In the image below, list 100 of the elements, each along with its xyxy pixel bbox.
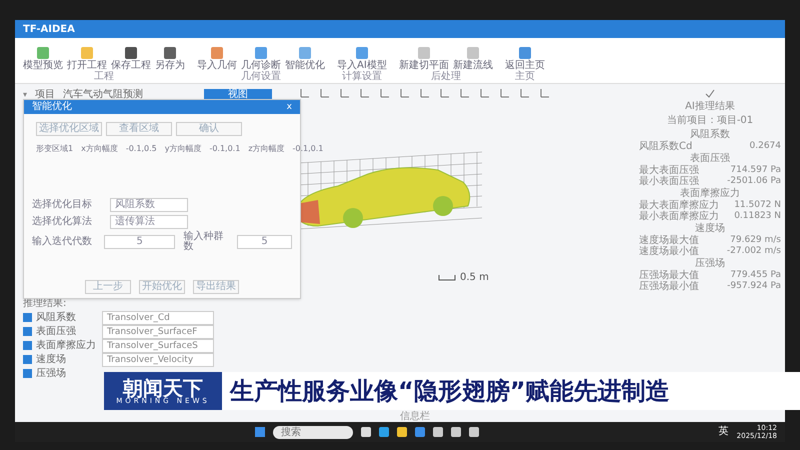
tool-icon (80, 46, 94, 60)
ribbon-tool-button[interactable]: 打开工程 (67, 46, 107, 71)
ribbon-tool-button[interactable]: 导入几何 (197, 46, 237, 71)
search-field[interactable]: 搜索 (272, 426, 353, 438)
view-tool-icon[interactable] (420, 88, 430, 98)
project-label: 当前项目：项目-01 (666, 114, 754, 128)
dropdown[interactable]: 遗传算法 (110, 215, 188, 229)
field-label: 选择优化算法 (32, 217, 93, 227)
tree-item[interactable]: 项目 (35, 90, 56, 100)
dialog-button[interactable]: 上一步 (85, 280, 131, 294)
ribbon-tool-button[interactable]: 新建流线 (452, 46, 493, 71)
ime-indicator[interactable]: 英 (718, 427, 729, 437)
input-field[interactable]: 5 (237, 235, 292, 249)
tool-icon (210, 46, 224, 60)
program-name: 朝闻天下 (123, 378, 203, 398)
metric-value: 11.5072 N (734, 200, 781, 211)
view-tool-icon[interactable] (400, 88, 410, 98)
dialog-button[interactable]: 选择优化区域 (36, 122, 102, 136)
region-text: z方向幅度 (248, 144, 285, 154)
checkbox[interactable] (23, 369, 32, 378)
tool-icon (518, 46, 532, 60)
tool-icon (354, 46, 369, 60)
metric-label: 风阻系数Cd (639, 141, 692, 152)
result-label: 表面压强 (36, 326, 77, 336)
model-select[interactable]: Transolver_SurfaceF (102, 324, 214, 338)
metric-label: 最大表面摩擦应力 (639, 200, 719, 211)
view-tool-icon[interactable] (340, 88, 350, 98)
ribbon-tool-button[interactable]: 另存为 (155, 46, 185, 71)
result-label: 风阻系数 (36, 312, 77, 322)
ribbon-tool-button[interactable]: 几何诊断 (241, 46, 281, 71)
group-label: 工程 (94, 71, 114, 83)
model-select[interactable]: Transolver_Velocity (102, 352, 214, 366)
taskbar-app-icon[interactable] (360, 427, 371, 437)
result-label: 表面摩擦应力 (36, 340, 97, 350)
metric-label: 压强场最小值 (639, 281, 699, 292)
input-field[interactable]: 5 (104, 235, 176, 249)
region-text: y方向幅度 (164, 144, 202, 154)
ribbon-tool-button[interactable]: 返回主页 (504, 46, 545, 71)
dialog-button[interactable]: 开始优化 (139, 280, 185, 294)
field-label: 输入种群数 (183, 232, 224, 252)
tool-icon (298, 46, 312, 60)
metric-value: 779.455 Pa (730, 270, 781, 281)
metric-value: -2501.06 Pa (727, 176, 781, 187)
checkbox[interactable] (23, 327, 32, 336)
tree-toggle[interactable]: ▾ (23, 89, 28, 101)
metric-label: 最小表面压强 (639, 176, 699, 187)
view-tool-icon[interactable] (540, 88, 550, 98)
region-text: x方向幅度 (81, 144, 118, 154)
dialog-button[interactable]: 导出结果 (193, 280, 239, 294)
dropdown[interactable]: 风阻系数 (110, 198, 188, 212)
checkbox[interactable] (23, 313, 32, 322)
dialog-button[interactable]: 确认 (176, 122, 242, 136)
field-label: 选择优化目标 (32, 200, 93, 210)
close-button[interactable]: x (286, 102, 292, 112)
ribbon-tool-button[interactable]: 保存工程 (111, 46, 151, 71)
taskbar-app-icon[interactable] (468, 427, 479, 437)
taskbar-app-icon[interactable] (378, 427, 389, 437)
tool-icon (254, 46, 268, 60)
taskbar-app-icon[interactable] (450, 427, 461, 437)
dialog-button[interactable]: 查看区域 (106, 122, 172, 136)
metric-value: -957.924 Pa (727, 281, 781, 292)
checkbox[interactable] (23, 355, 32, 364)
region-text: 形变区域1 (36, 144, 74, 154)
taskbar-app-icon[interactable] (396, 427, 407, 437)
view-tool-icon[interactable] (300, 88, 310, 98)
group-label: 计算设置 (342, 71, 382, 83)
model-select[interactable]: Transolver_Cd (102, 310, 214, 324)
checkbox[interactable] (23, 341, 32, 350)
group-label: 后处理 (430, 71, 461, 83)
view-tool-icon[interactable] (480, 88, 490, 98)
tool-icon (124, 46, 138, 60)
view-tool-icon[interactable] (320, 88, 330, 98)
start-icon[interactable] (254, 427, 265, 437)
scale-bar-icon (438, 274, 456, 280)
metric-label: 最小表面摩擦应力 (639, 211, 719, 222)
ribbon-tool-button[interactable]: 新建切平面 (398, 46, 449, 71)
view-tool-icon[interactable] (500, 88, 510, 98)
taskbar-app-icon[interactable] (414, 427, 425, 437)
view-tool-icon[interactable] (520, 88, 530, 98)
view-tool-icon[interactable] (460, 88, 470, 98)
ribbon-tool-button[interactable]: 模型预览 (23, 46, 63, 71)
metric-value: 79.629 m/s (730, 235, 781, 246)
region-text: -0.1,0.5 (126, 144, 157, 154)
section-title: 速度场 (695, 222, 725, 235)
model-select[interactable]: Transolver_SurfaceS (102, 338, 214, 352)
status-bar-label: 信息栏 (400, 411, 430, 422)
result-label: 压强场 (36, 368, 67, 378)
view-tool-icon[interactable] (440, 88, 450, 98)
view-tool-icon[interactable] (380, 88, 390, 98)
region-text: -0.1,0.1 (209, 144, 240, 154)
result-label: 速度场 (36, 354, 67, 364)
taskbar-app-icon[interactable] (432, 427, 443, 437)
scale-label: 0.5 m (460, 271, 489, 285)
metric-value: 714.597 Pa (730, 165, 781, 176)
metric-label: 速度场最小值 (639, 246, 699, 257)
view-tool-icon[interactable] (360, 88, 370, 98)
tree-item-value: 汽车气动气阻预测 (63, 90, 144, 100)
ribbon-tool-button[interactable]: 智能优化 (285, 46, 325, 71)
metric-label: 速度场最大值 (639, 235, 699, 246)
ribbon-tool-button[interactable]: 导入AI模型 (337, 46, 387, 71)
